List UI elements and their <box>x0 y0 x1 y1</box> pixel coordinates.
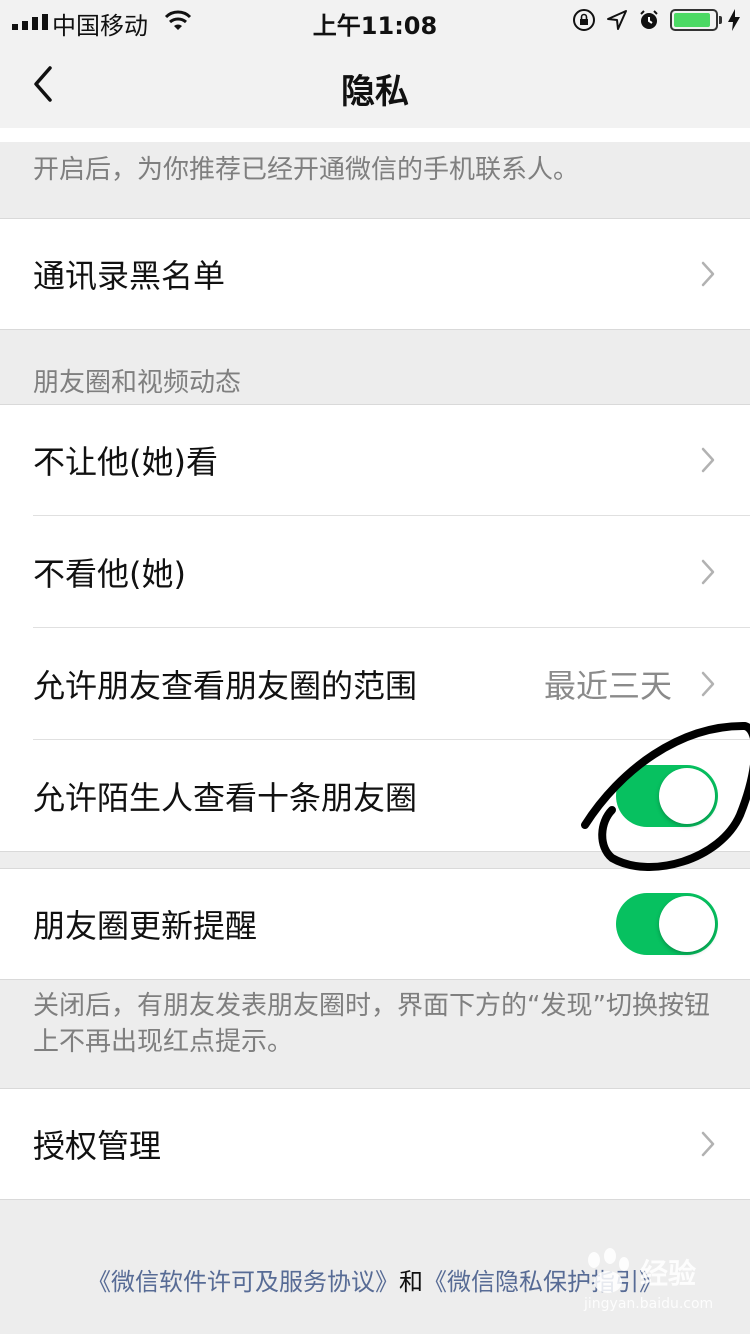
moments-range-cell[interactable]: 允许朋友查看朋友圈的范围 最近三天 <box>0 628 750 740</box>
toggle-knob <box>659 896 715 952</box>
moments-update-hint: 关闭后，有朋友发表朋友圈时，界面下方的“发现”切换按钮上不再出现红点提示。 <box>33 991 710 1057</box>
watermark-brand: 经验 <box>640 1257 697 1290</box>
moments-update-cell: 朋友圈更新提醒 <box>0 868 750 980</box>
chevron-right-icon <box>701 559 715 585</box>
paw-logo-icon <box>588 1248 629 1293</box>
moments-range-value: 最近三天 <box>543 667 672 705</box>
orientation-lock-icon <box>573 9 595 31</box>
battery-icon <box>670 9 722 31</box>
alarm-icon <box>640 10 658 29</box>
previous-cell-remnant <box>0 128 750 142</box>
contacts-recommend-hint: 开启后，为你推荐已经开通微信的手机联系人。 <box>33 155 580 185</box>
chevron-right-icon <box>701 671 715 697</box>
charging-icon <box>728 9 740 31</box>
authorization-cell[interactable]: 授权管理 <box>0 1088 750 1200</box>
blacklist-cell[interactable]: 通讯录黑名单 <box>0 218 750 330</box>
navigation-bar: 隐私 <box>0 40 750 128</box>
watermark-site: jingyan.baidu.com <box>584 1296 714 1312</box>
blacklist-label: 通讯录黑名单 <box>33 257 226 295</box>
stranger-ten-posts-cell: 允许陌生人查看十条朋友圈 <box>0 740 750 852</box>
location-icon <box>607 10 627 30</box>
moments-range-label: 允许朋友查看朋友圈的范围 <box>33 667 418 705</box>
chevron-right-icon <box>701 261 715 287</box>
status-bar: 中国移动 上午11:08 <box>0 0 750 40</box>
page-title: 隐私 <box>341 72 409 112</box>
hide-their-moments-cell[interactable]: 不看他(她) <box>0 516 750 628</box>
toggle-knob <box>659 768 715 824</box>
hide-my-moments-label: 不让他(她)看 <box>33 443 218 481</box>
license-agreement-link[interactable]: 《微信软件许可及服务协议》 <box>87 1268 399 1296</box>
chevron-right-icon <box>701 1131 715 1157</box>
baidu-jingyan-watermark: 经验 jingyan.baidu.com <box>578 1248 728 1318</box>
authorization-label: 授权管理 <box>33 1127 162 1165</box>
moments-update-label: 朋友圈更新提醒 <box>33 907 258 945</box>
stranger-ten-posts-label: 允许陌生人查看十条朋友圈 <box>33 779 418 817</box>
hide-my-moments-cell[interactable]: 不让他(她)看 <box>0 404 750 516</box>
hide-their-moments-label: 不看他(她) <box>33 555 186 593</box>
footer-and-text: 和 <box>399 1268 423 1296</box>
stranger-ten-posts-toggle[interactable] <box>616 765 718 827</box>
section-title-moments: 朋友圈和视频动态 <box>33 368 242 398</box>
moments-update-toggle[interactable] <box>616 893 718 955</box>
chevron-right-icon <box>701 447 715 473</box>
